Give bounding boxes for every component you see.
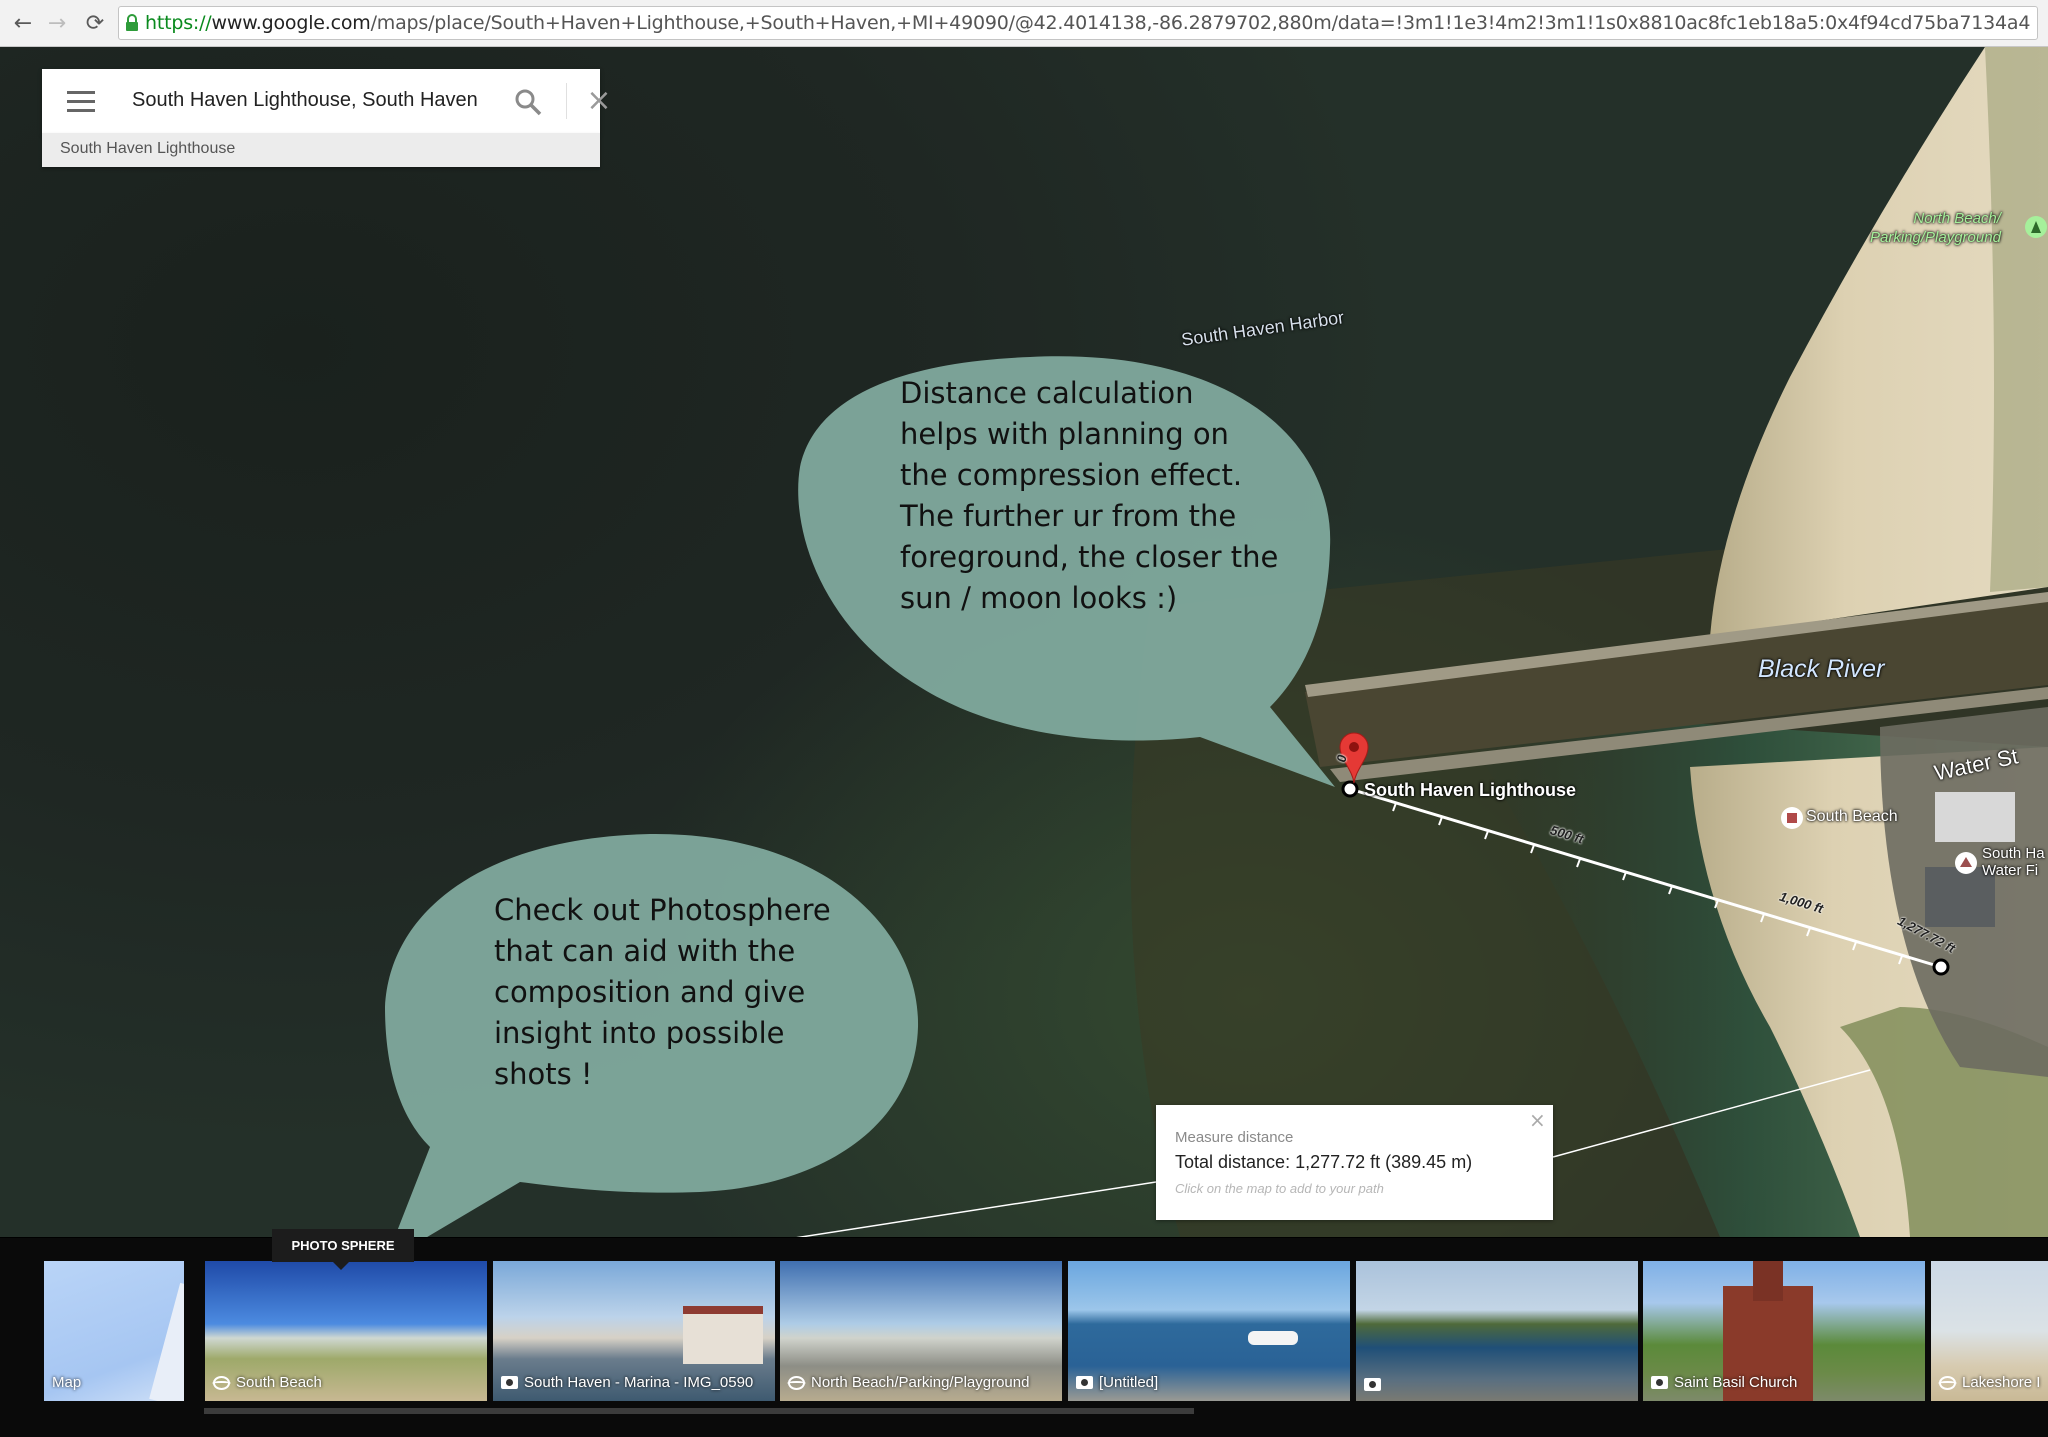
bubble-line: Distance calculation (900, 376, 1194, 410)
north-beach-label[interactable]: North Beach/ Parking/Playground (1870, 209, 2001, 247)
camera-icon (1076, 1376, 1093, 1389)
search-input[interactable] (132, 83, 500, 117)
browser-toolbar: ← → ⟳ https://www.google.com/maps/place/… (0, 0, 2048, 47)
thumb-label: South Haven - Marina - IMG_0590 (501, 1374, 753, 1391)
bubble-line: the compression effect. (900, 458, 1243, 492)
photo-sphere-icon (212, 1375, 231, 1390)
north-beach-label-line1: North Beach/ (1913, 210, 2001, 227)
lock-icon (119, 6, 145, 40)
bubble-photosphere-text: Check out Photosphere that can aid with … (494, 890, 831, 1095)
north-beach-poi-icon[interactable] (2025, 216, 2047, 238)
bubble-line: foreground, the closer the (900, 540, 1279, 574)
photo-sphere-icon (787, 1375, 806, 1390)
close-icon[interactable]: × (1529, 1108, 1546, 1132)
south-beach-poi-icon[interactable] (1781, 807, 1803, 829)
measure-end-point[interactable] (1932, 958, 1950, 976)
back-button[interactable]: ← (8, 8, 38, 38)
photo-sphere-tooltip: PHOTO SPHERE (272, 1229, 414, 1262)
bubble-line: shots ! (494, 1057, 593, 1091)
thumb-label: Saint Basil Church (1651, 1374, 1797, 1391)
measure-hint: Click on the map to add to your path (1175, 1181, 1384, 1196)
map-imagery (385, 47, 2048, 1237)
photo-sphere-icon (1938, 1375, 1957, 1390)
north-beach-label-line2: Parking/Playground (1870, 229, 2001, 246)
back-arrow-icon: ← (13, 10, 33, 36)
thumb-label: South Beach (212, 1374, 322, 1391)
photo-thumb[interactable]: South Haven - Marina - IMG_0590 (493, 1261, 775, 1401)
measure-total-distance: Total distance: 1,277.72 ft (389.45 m) (1175, 1152, 1473, 1172)
thumb-label: Map (52, 1374, 82, 1391)
close-icon[interactable]: × (584, 86, 614, 116)
north-vegetation (1985, 47, 2048, 592)
search-suggestion[interactable]: South Haven Lighthouse (42, 133, 600, 167)
bubble-line: helps with planning on (900, 417, 1229, 451)
photo-thumb[interactable]: Lakeshore I (1931, 1261, 2048, 1401)
tooltip-arrow (333, 1262, 349, 1270)
annotation-line-photosphere (796, 1181, 1157, 1237)
water-facility-label[interactable]: South Ha Water Fi (1982, 845, 2045, 879)
bubble-line: sun / moon looks :) (900, 581, 1178, 615)
water-facility-poi-icon[interactable] (1955, 852, 1977, 874)
filmstrip-scrollbar[interactable] (204, 1408, 1194, 1414)
photo-thumb[interactable] (1356, 1261, 1638, 1401)
reload-button[interactable]: ⟳ (80, 8, 110, 38)
bubble-line: Check out Photosphere (494, 893, 831, 927)
bubble-line: that can aid with the (494, 934, 796, 968)
thumb-label (1364, 1378, 1387, 1391)
bubble-distance-text: Distance calculation helps with planning… (900, 373, 1278, 619)
measure-distance-card: Measure distance Total distance: 1,277.7… (1156, 1105, 1553, 1220)
search-box: × (42, 69, 612, 133)
address-bar[interactable]: https://www.google.com/maps/place/South+… (118, 6, 2038, 40)
camera-icon (501, 1376, 518, 1389)
map-view-thumb[interactable]: Map (44, 1261, 184, 1401)
satellite-map[interactable]: South Haven Harbor North Beach/ Parking/… (0, 47, 2048, 1237)
reload-icon: ⟳ (85, 10, 105, 36)
photo-thumb[interactable]: Saint Basil Church (1643, 1261, 1925, 1401)
url-scheme: https:// (145, 12, 212, 34)
south-beach-label[interactable]: South Beach (1806, 808, 1898, 826)
water-facility-label-line2: Water Fi (1982, 862, 2039, 879)
forward-button[interactable]: → (42, 8, 72, 38)
photo-thumb[interactable]: North Beach/Parking/Playground (780, 1261, 1062, 1401)
url-path: /maps/place/South+Haven+Lighthouse,+Sout… (370, 12, 2031, 34)
measure-distance-title: Measure distance (1175, 1129, 1294, 1146)
bubble-line: The further ur from the (900, 499, 1237, 533)
bubble-line: insight into possible (494, 1016, 785, 1050)
building (1935, 792, 2015, 842)
url-host: www.google.com (211, 12, 371, 34)
photo-thumb[interactable]: South Beach (205, 1261, 487, 1401)
url-text: https://www.google.com/maps/place/South+… (145, 12, 2030, 34)
hamburger-menu-icon[interactable] (67, 91, 95, 112)
camera-icon (1364, 1378, 1381, 1391)
search-divider (566, 83, 567, 119)
lighthouse-label[interactable]: South Haven Lighthouse (1364, 780, 1576, 801)
thumb-label: [Untitled] (1076, 1374, 1158, 1391)
bubble-line: composition and give (494, 975, 806, 1009)
thumb-label: North Beach/Parking/Playground (787, 1374, 1029, 1391)
search-icon[interactable] (513, 87, 543, 117)
camera-icon (1651, 1376, 1668, 1389)
forward-arrow-icon: → (47, 10, 67, 36)
thumb-label: Lakeshore I (1938, 1374, 2040, 1391)
measure-start-point[interactable] (1341, 780, 1359, 798)
search-suggestion-label: South Haven Lighthouse (60, 140, 236, 157)
photo-thumb[interactable]: [Untitled] (1068, 1261, 1350, 1401)
black-river-label: Black River (1758, 655, 1885, 683)
water-facility-label-line1: South Ha (1982, 845, 2045, 862)
